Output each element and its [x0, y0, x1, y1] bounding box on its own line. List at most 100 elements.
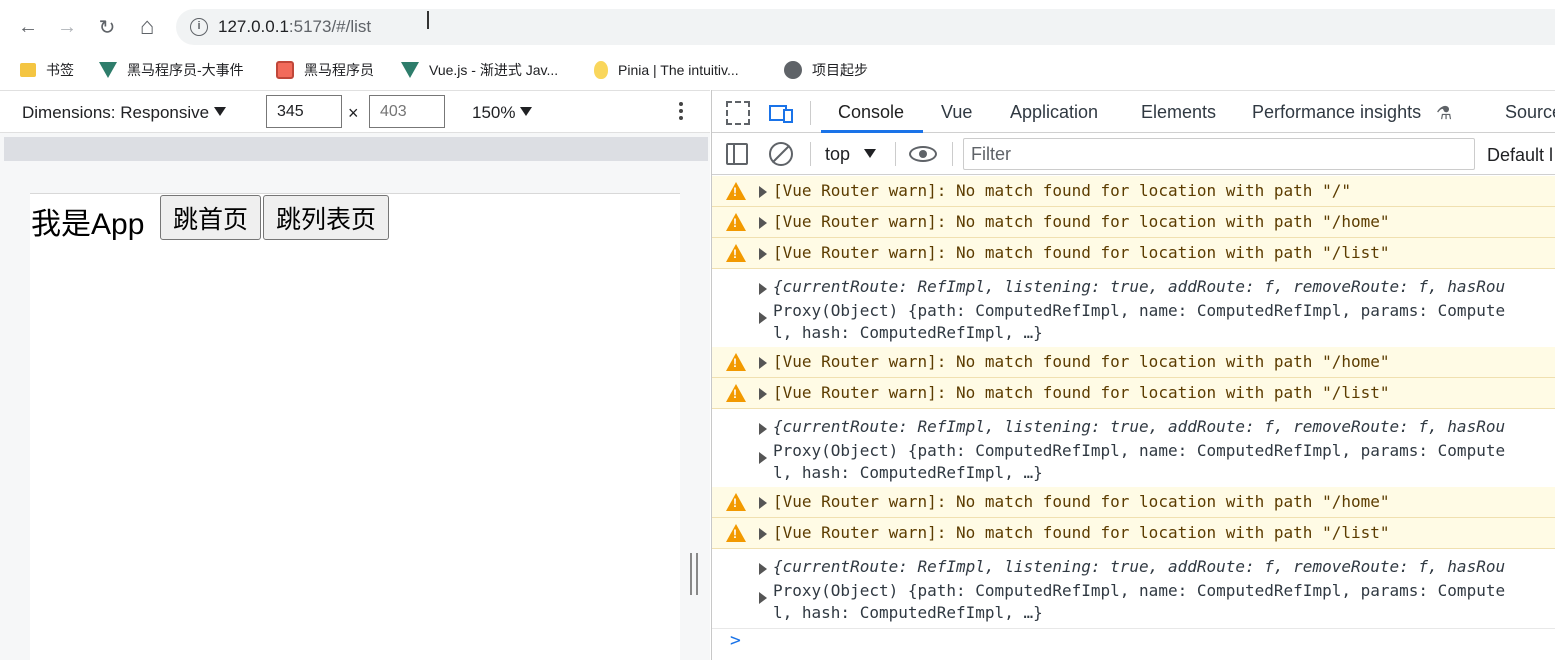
- bookmark-item[interactable]: 黑马程序员: [276, 58, 374, 82]
- warning-text: [Vue Router warn]: No match found for lo…: [773, 492, 1390, 511]
- expand-arrow-icon[interactable]: [759, 423, 767, 435]
- log-route-proxy: Proxy(Object) {path: ComputedRefImpl, na…: [773, 301, 1506, 320]
- expand-arrow-icon[interactable]: [759, 497, 767, 509]
- height-input[interactable]: [369, 95, 445, 128]
- tab-sources[interactable]: Source: [1505, 102, 1555, 123]
- forward-arrow-icon[interactable]: →: [53, 13, 81, 41]
- bookmark-folder[interactable]: 书签: [20, 58, 74, 82]
- bookmark-item[interactable]: 项目起步: [784, 58, 868, 82]
- console-warning[interactable]: ! [Vue Router warn]: No match found for …: [712, 378, 1555, 409]
- address-bar[interactable]: i 127.0.0.1:5173/#/list: [176, 9, 1555, 45]
- console-log[interactable]: {currentRoute: RefImpl, listening: true,…: [712, 549, 1555, 629]
- app-heading: 我是App: [31, 208, 145, 241]
- console-warning[interactable]: ! [Vue Router warn]: No match found for …: [712, 518, 1555, 549]
- console-prompt[interactable]: >: [730, 630, 741, 651]
- bookmark-label: Pinia | The intuitiv...: [618, 62, 739, 78]
- dimensions-select[interactable]: Dimensions: Responsive: [22, 103, 227, 123]
- log-route-proxy-cont: l, hash: ComputedRefImpl, …}: [773, 323, 1043, 342]
- warning-text: [Vue Router warn]: No match found for lo…: [773, 523, 1390, 542]
- log-route-proxy-cont: l, hash: ComputedRefImpl, …}: [773, 603, 1043, 622]
- tab-performance-insights[interactable]: Performance insights: [1252, 102, 1421, 123]
- tab-application[interactable]: Application: [1010, 102, 1098, 123]
- bookmark-label: 书签: [46, 62, 74, 78]
- dropdown-arrow-icon: [864, 149, 877, 158]
- bookmark-label: 黑马程序员-大事件: [127, 62, 244, 78]
- filter-input[interactable]: [963, 138, 1475, 170]
- globe-icon: [784, 61, 802, 79]
- context-label: top: [825, 144, 851, 164]
- warning-icon: !: [726, 384, 746, 402]
- console-warning[interactable]: ! [Vue Router warn]: No match found for …: [712, 207, 1555, 238]
- flask-icon: ⚗: [1436, 103, 1453, 123]
- folder-icon: [20, 63, 36, 77]
- context-select[interactable]: top: [825, 144, 877, 165]
- expand-arrow-icon[interactable]: [759, 563, 767, 575]
- clear-console-icon[interactable]: [769, 142, 793, 166]
- expand-arrow-icon[interactable]: [759, 283, 767, 295]
- times-sign: ×: [348, 103, 359, 123]
- resize-handle[interactable]: [690, 553, 698, 595]
- bookmarks-bar: 书签 黑马程序员-大事件 黑马程序员 Vue.js - 渐进式 Jav... P…: [0, 52, 1555, 88]
- zoom-select[interactable]: 150%: [472, 103, 533, 123]
- width-input[interactable]: [266, 95, 342, 128]
- warning-icon: !: [726, 493, 746, 511]
- expand-arrow-icon[interactable]: [759, 452, 767, 464]
- reload-icon[interactable]: ↻: [93, 13, 121, 41]
- console-warning[interactable]: ! [Vue Router warn]: No match found for …: [712, 176, 1555, 207]
- expand-arrow-icon[interactable]: [759, 186, 767, 198]
- site-info-icon[interactable]: i: [190, 18, 208, 36]
- sidebar-toggle-icon[interactable]: [726, 143, 748, 165]
- media-query-ruler[interactable]: [4, 137, 708, 161]
- vue-icon: [401, 62, 419, 78]
- text-cursor-icon: [427, 11, 429, 29]
- bookmark-item[interactable]: Vue.js - 渐进式 Jav...: [401, 58, 558, 82]
- tab-vue[interactable]: Vue: [941, 102, 972, 123]
- live-expression-eye-icon[interactable]: [909, 146, 937, 162]
- console-log[interactable]: {currentRoute: RefImpl, listening: true,…: [712, 269, 1555, 349]
- warning-text: [Vue Router warn]: No match found for lo…: [773, 181, 1351, 200]
- warning-text: [Vue Router warn]: No match found for lo…: [773, 212, 1390, 231]
- go-list-button[interactable]: 跳列表页: [263, 195, 390, 240]
- dimensions-label: Dimensions: Responsive: [22, 103, 210, 122]
- home-icon[interactable]: ⌂: [133, 13, 161, 41]
- emulated-viewport: 我是App 跳首页 跳列表页: [0, 133, 710, 660]
- pinia-icon: [594, 61, 608, 79]
- warning-icon: !: [726, 182, 746, 200]
- log-levels-select[interactable]: Default l: [1487, 145, 1553, 166]
- warning-text: [Vue Router warn]: No match found for lo…: [773, 243, 1390, 262]
- dropdown-arrow-icon: [520, 107, 533, 116]
- console-warning[interactable]: ! [Vue Router warn]: No match found for …: [712, 487, 1555, 518]
- warning-icon: !: [726, 244, 746, 262]
- log-router-object: {currentRoute: RefImpl, listening: true,…: [773, 557, 1506, 576]
- bookmark-item[interactable]: 黑马程序员-大事件: [99, 58, 244, 82]
- tab-elements[interactable]: Elements: [1141, 102, 1216, 123]
- console-log[interactable]: {currentRoute: RefImpl, listening: true,…: [712, 409, 1555, 489]
- tab-console[interactable]: Console: [838, 102, 904, 123]
- expand-arrow-icon[interactable]: [759, 312, 767, 324]
- bookmark-label: 项目起步: [812, 62, 868, 78]
- warning-text: [Vue Router warn]: No match found for lo…: [773, 383, 1390, 402]
- expand-arrow-icon[interactable]: [759, 248, 767, 260]
- warning-icon: !: [726, 353, 746, 371]
- expand-arrow-icon[interactable]: [759, 388, 767, 400]
- warning-text: [Vue Router warn]: No match found for lo…: [773, 352, 1390, 371]
- bookmark-label: 黑马程序员: [304, 62, 374, 78]
- expand-arrow-icon[interactable]: [759, 217, 767, 229]
- devtools-panel: Console Vue Application Elements Perform…: [711, 90, 1555, 660]
- console-warning[interactable]: ! [Vue Router warn]: No match found for …: [712, 347, 1555, 378]
- expand-arrow-icon[interactable]: [759, 592, 767, 604]
- browser-toolbar: ← → ↻ ⌂ i 127.0.0.1:5173/#/list: [0, 0, 1555, 52]
- more-options-icon[interactable]: [674, 99, 688, 125]
- inspect-element-icon[interactable]: [726, 101, 750, 125]
- log-route-proxy: Proxy(Object) {path: ComputedRefImpl, na…: [773, 581, 1506, 600]
- device-toggle-icon[interactable]: [769, 101, 793, 125]
- vue-icon: [99, 62, 117, 78]
- expand-arrow-icon[interactable]: [759, 357, 767, 369]
- url-text[interactable]: 127.0.0.1:5173/#/list: [218, 17, 371, 37]
- go-home-button[interactable]: 跳首页: [160, 195, 262, 240]
- back-arrow-icon[interactable]: ←: [14, 13, 42, 41]
- expand-arrow-icon[interactable]: [759, 528, 767, 540]
- console-warning[interactable]: ! [Vue Router warn]: No match found for …: [712, 238, 1555, 269]
- divider: [810, 142, 811, 166]
- bookmark-item[interactable]: Pinia | The intuitiv...: [594, 58, 739, 82]
